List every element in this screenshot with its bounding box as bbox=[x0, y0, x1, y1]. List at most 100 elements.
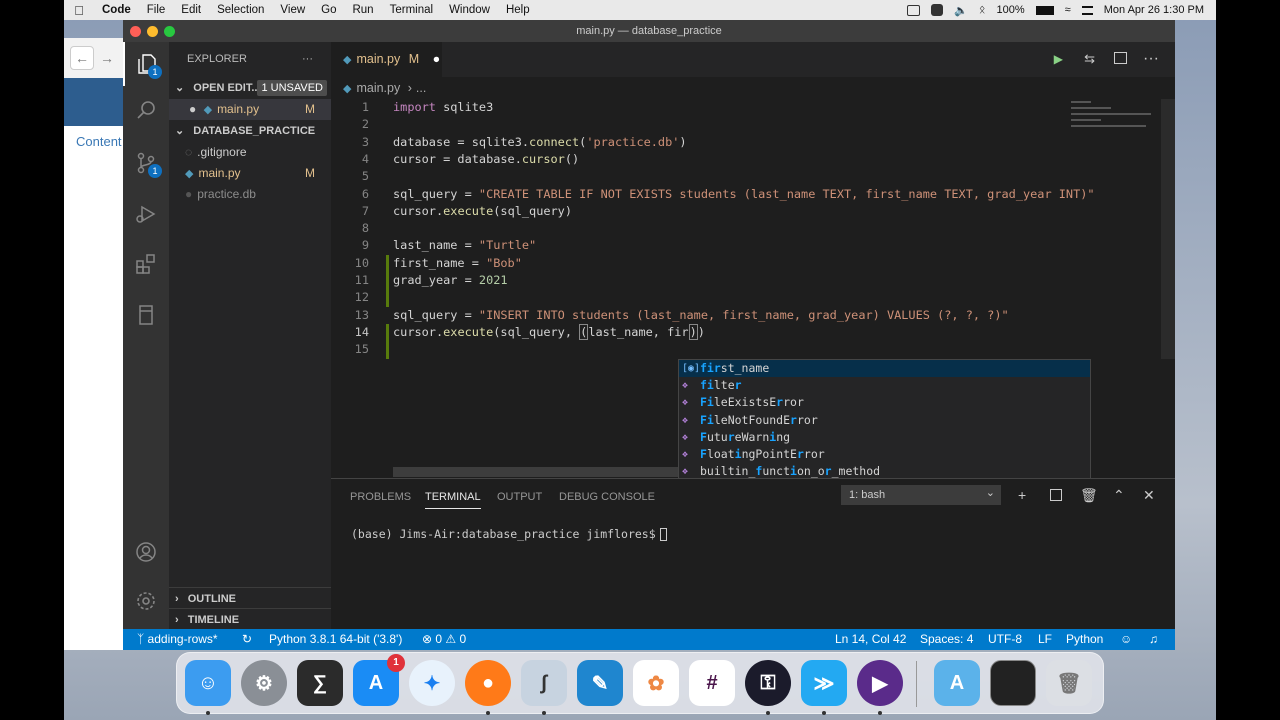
bluetooth-icon[interactable]: ᛟ bbox=[979, 4, 986, 16]
screen-record-icon[interactable] bbox=[907, 4, 921, 16]
notifications-bell-icon[interactable]: ♫ bbox=[1149, 632, 1158, 646]
keychain-key-icon[interactable]: ⚿ bbox=[745, 660, 791, 706]
branch-status[interactable]: ᛉ adding-rows* bbox=[137, 632, 218, 646]
account-icon[interactable] bbox=[123, 530, 169, 574]
menu-app-name[interactable]: Code bbox=[94, 4, 139, 16]
open-editor-item[interactable]: ● ◆ main.py M bbox=[169, 99, 331, 120]
split-terminal-icon[interactable] bbox=[1050, 489, 1062, 501]
skype-icon[interactable] bbox=[931, 4, 944, 16]
control-center-icon[interactable] bbox=[1081, 5, 1093, 15]
unsaved-dot-icon[interactable]: ● bbox=[433, 52, 441, 66]
slack-icon[interactable]: # bbox=[689, 660, 735, 706]
vertical-scrollbar[interactable] bbox=[1161, 99, 1175, 359]
menu-edit[interactable]: Edit bbox=[173, 4, 209, 16]
run-python-file-icon[interactable]: ▶ bbox=[1054, 52, 1063, 66]
app-store-icon[interactable]: A 1 bbox=[353, 654, 405, 706]
explorer-icon[interactable]: 1 bbox=[123, 42, 169, 86]
run-debug-icon[interactable] bbox=[123, 192, 169, 236]
more-actions-icon[interactable]: ··· bbox=[302, 42, 313, 77]
menu-clock[interactable]: Mon Apr 26 1:30 PM bbox=[1104, 4, 1204, 16]
volume-icon[interactable]: 🔈 bbox=[954, 4, 968, 17]
trash-icon[interactable]: 🗑 bbox=[1080, 487, 1098, 504]
tab-main-py[interactable]: ◆ main.py M ● bbox=[331, 42, 442, 77]
firefox-icon[interactable]: ● bbox=[465, 660, 511, 706]
suggest-item[interactable]: ❖ FloatingPointError bbox=[679, 446, 1090, 463]
browser-content-link[interactable]: Content bbox=[64, 126, 124, 149]
end-of-line[interactable]: LF bbox=[1038, 632, 1052, 646]
language-mode[interactable]: Python bbox=[1066, 632, 1103, 646]
file-item-gitignore[interactable]: ◌ .gitignore bbox=[169, 142, 331, 163]
grapher-icon[interactable]: ∫ bbox=[521, 660, 567, 706]
suggest-item[interactable]: ❖ FileNotFoundError bbox=[679, 412, 1090, 429]
file-item-main-py[interactable]: ◆ main.py M bbox=[169, 163, 331, 184]
suggest-item[interactable]: ❖ FutureWarning bbox=[679, 429, 1090, 446]
menu-view[interactable]: View bbox=[272, 4, 313, 16]
terminal-output[interactable]: (base) Jims-Air:database_practice jimflo… bbox=[351, 527, 667, 541]
menu-window[interactable]: Window bbox=[441, 4, 498, 16]
indentation[interactable]: Spaces: 4 bbox=[920, 632, 973, 646]
system-preferences-icon[interactable]: ⚙ bbox=[241, 660, 287, 706]
breadcrumb-file[interactable]: main.py bbox=[356, 81, 400, 95]
suggest-item[interactable]: ❖ FileExistsError bbox=[679, 394, 1090, 411]
safari-compass-icon[interactable]: ✦ bbox=[409, 660, 455, 706]
menu-go[interactable]: Go bbox=[313, 4, 344, 16]
forward-arrow-icon[interactable]: → bbox=[100, 50, 114, 66]
close-window-button[interactable] bbox=[130, 26, 141, 37]
new-terminal-plus-icon[interactable]: + bbox=[1018, 487, 1026, 503]
photos-flower-icon[interactable]: ✿ bbox=[633, 660, 679, 706]
tab-problems[interactable]: PROBLEMS bbox=[350, 491, 411, 503]
calculator-icon[interactable]: ∑ bbox=[297, 660, 343, 706]
maximize-panel-chevron-up-icon[interactable]: ⌃ bbox=[1113, 487, 1125, 504]
screen-recorder-icon[interactable]: ▶ bbox=[857, 660, 903, 706]
feedback-icon[interactable]: ☺ bbox=[1120, 632, 1132, 646]
tab-output[interactable]: OUTPUT bbox=[497, 491, 542, 503]
vscode-icon[interactable]: ≫ bbox=[801, 660, 847, 706]
timeline-section[interactable]: › TIMELINE bbox=[169, 608, 331, 630]
menu-terminal[interactable]: Terminal bbox=[382, 4, 441, 16]
pencil-app-icon[interactable]: ✎ bbox=[577, 660, 623, 706]
suggest-item[interactable]: [◉] first_name bbox=[679, 360, 1090, 378]
breadcrumb-symbols[interactable]: ... bbox=[416, 81, 426, 95]
encoding[interactable]: UTF-8 bbox=[988, 632, 1022, 646]
class-icon: ❖ bbox=[682, 380, 689, 392]
outline-section[interactable]: › OUTLINE bbox=[169, 587, 331, 609]
extensions-icon[interactable] bbox=[123, 242, 169, 286]
minimize-window-button[interactable] bbox=[147, 26, 158, 37]
zoom-window-button[interactable] bbox=[164, 26, 175, 37]
menu-help[interactable]: Help bbox=[498, 4, 538, 16]
source-control-icon[interactable]: 1 bbox=[123, 141, 169, 185]
tab-terminal[interactable]: TERMINAL bbox=[425, 491, 481, 509]
desktop:  Code File Edit Selection View Go Run T… bbox=[64, 0, 1216, 720]
cursor-position[interactable]: Ln 14, Col 42 bbox=[835, 632, 906, 646]
problems-status[interactable]: ⊗ 0 ⚠ 0 bbox=[422, 632, 466, 646]
terminal-window-thumbnail-icon[interactable] bbox=[990, 660, 1036, 706]
remote-explorer-icon[interactable] bbox=[123, 293, 169, 337]
back-arrow-icon[interactable]: ← bbox=[70, 46, 94, 70]
sync-icon[interactable]: ↻ bbox=[242, 632, 252, 646]
terminal-select[interactable]: 1: bash ⌄ bbox=[841, 485, 1001, 505]
suggest-item[interactable]: ❖ filter bbox=[679, 377, 1090, 394]
applications-folder-icon[interactable]: A bbox=[934, 660, 980, 706]
menu-run[interactable]: Run bbox=[344, 4, 381, 16]
tab-debug-console[interactable]: DEBUG CONSOLE bbox=[559, 491, 655, 503]
search-icon[interactable] bbox=[123, 89, 169, 133]
wifi-icon[interactable]: ≈ bbox=[1065, 4, 1071, 16]
more-actions-icon[interactable]: ··· bbox=[1143, 50, 1159, 68]
split-editor-icon[interactable] bbox=[1114, 52, 1127, 64]
python-interpreter[interactable]: Python 3.8.1 64-bit ('3.8') bbox=[269, 632, 402, 646]
open-editors-section[interactable]: ⌄ OPEN EDIT... 1 UNSAVED bbox=[169, 77, 331, 99]
trash-bin-icon[interactable]: 🗑 bbox=[1046, 660, 1092, 706]
menu-file[interactable]: File bbox=[139, 4, 174, 16]
apple-icon[interactable]:  bbox=[64, 3, 94, 18]
menu-selection[interactable]: Selection bbox=[209, 4, 272, 16]
close-panel-icon[interactable]: ✕ bbox=[1143, 487, 1155, 504]
folder-section[interactable]: ⌄ DATABASE_PRACTICE bbox=[169, 120, 331, 142]
minimap[interactable] bbox=[1071, 99, 1161, 139]
finder-icon[interactable]: ☺ bbox=[185, 660, 231, 706]
battery-percent[interactable]: 100% bbox=[997, 4, 1025, 16]
code-line: cursor.execute(sql_query) bbox=[393, 203, 572, 218]
horizontal-scrollbar[interactable] bbox=[393, 467, 693, 477]
compare-changes-icon[interactable]: ⇆ bbox=[1084, 51, 1095, 67]
manage-gear-icon[interactable] bbox=[123, 579, 169, 623]
file-item-practice-db[interactable]: ● practice.db bbox=[169, 184, 331, 205]
